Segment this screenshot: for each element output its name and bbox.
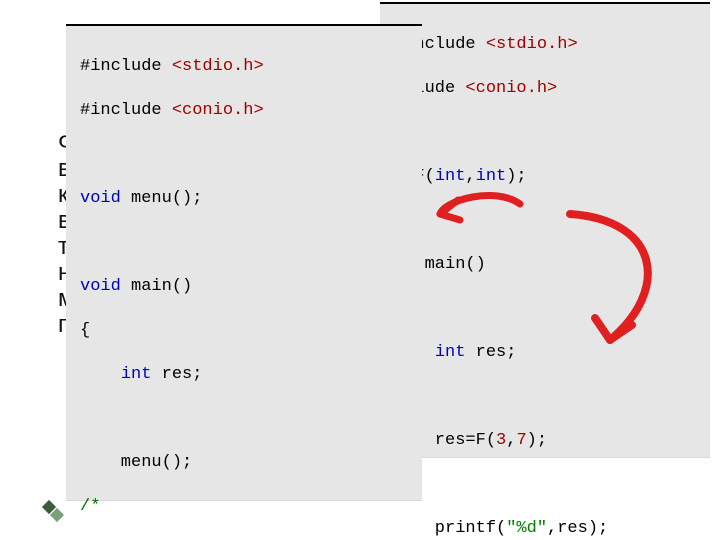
- decorative-corner-icon: [44, 502, 70, 528]
- code-line: [80, 408, 422, 430]
- code-card-right: #include <stdio.h> nclude <conio.h> : F(…: [380, 2, 710, 457]
- code-line: /*: [80, 496, 422, 518]
- code-line: id main(): [394, 254, 710, 276]
- code-line: #include <stdio.h>: [80, 56, 422, 78]
- code-line: #include <stdio.h>: [394, 34, 710, 56]
- code-line: void menu();: [80, 188, 422, 210]
- code-line: [394, 122, 710, 144]
- code-line: printf("%d",res);: [394, 518, 710, 540]
- code-line: [80, 144, 422, 166]
- code-line: [394, 210, 710, 232]
- code-line: [394, 474, 710, 496]
- code-line: #include <conio.h>: [80, 100, 422, 122]
- code-line: nclude <conio.h>: [394, 78, 710, 100]
- code-line: menu();: [80, 452, 422, 474]
- code-line: int res;: [394, 342, 710, 364]
- code-line: [394, 386, 710, 408]
- code-card-left: #include <stdio.h> #include <conio.h> vo…: [66, 24, 422, 500]
- code-line: void main(): [80, 276, 422, 298]
- code-line: : F(int,int);: [394, 166, 710, 188]
- code-line: res=F(3,7);: [394, 430, 710, 452]
- code-line: int res;: [80, 364, 422, 386]
- code-line: [394, 298, 710, 320]
- code-line: [80, 232, 422, 254]
- code-line: {: [80, 320, 422, 342]
